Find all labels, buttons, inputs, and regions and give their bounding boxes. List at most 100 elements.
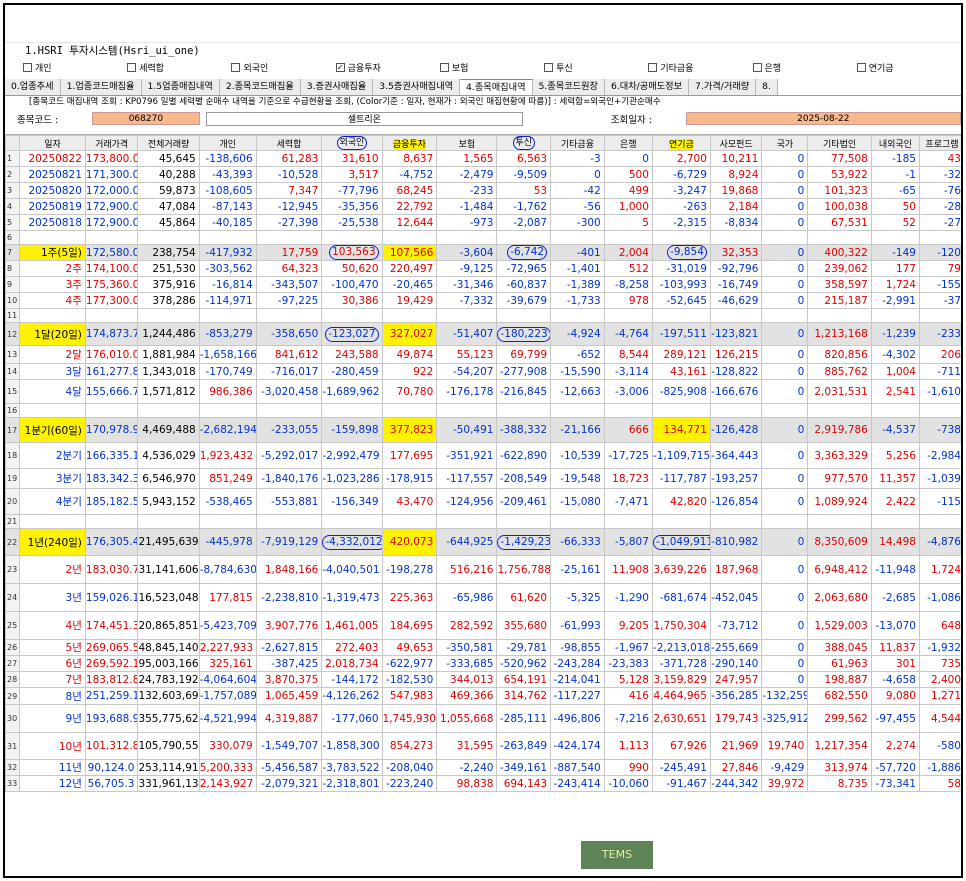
column-header[interactable]: 일자 xyxy=(19,135,86,151)
checkbox-empty-icon[interactable] xyxy=(23,62,32,72)
table-row[interactable]: 11 xyxy=(5,308,961,323)
value-cell: -12,663 xyxy=(550,379,605,404)
cell-text: 3,363,329 xyxy=(814,449,868,462)
table-row[interactable]: 17 1분기(60일) 170,978.9 4,469,488 -2,682,194 -2… xyxy=(5,417,961,443)
cell-text: 289,121 xyxy=(663,348,707,361)
column-header[interactable]: 투신 xyxy=(496,135,552,151)
tab-0[interactable]: 0.업종추세 xyxy=(5,79,61,95)
table-row[interactable]: 8 2주 174,100.0 251,530 -303,562 64,323 50,620 2… xyxy=(5,260,961,277)
filter-checkbox-8[interactable]: 연기금 xyxy=(856,59,961,75)
table-row[interactable]: 4 20250819 172,900.0 47,084 -87,143 -12,945 -3… xyxy=(5,198,961,215)
table-row[interactable]: 5 20250818 172,900.0 45,864 -40,185 -27,398 -2… xyxy=(5,214,961,231)
filter-checkbox-6[interactable]: 기타금융 xyxy=(648,59,752,75)
table-row[interactable]: 26 5년 269,065.5 48,845,140 2,227,933 -2,627,8… xyxy=(5,639,961,656)
checkbox-empty-icon[interactable] xyxy=(856,62,866,72)
period-cell: 6년 xyxy=(19,655,86,672)
cell-text: 977,570 xyxy=(824,472,868,485)
checkbox-empty-icon[interactable] xyxy=(752,62,762,72)
table-row[interactable]: 30 9년 193,688.9 355,775,622 -4,521,994 4,319,… xyxy=(5,704,961,733)
cell-text: -155 xyxy=(937,278,961,291)
column-header[interactable]: 기타금융 xyxy=(550,135,605,151)
filter-checkbox-2[interactable]: 외국인 xyxy=(231,59,335,75)
filter-checkbox-5[interactable]: 투신 xyxy=(544,59,648,75)
tab-2[interactable]: 1.5업종매집내역 xyxy=(141,79,220,95)
value-cell: -16,749 xyxy=(709,276,763,293)
tab-3[interactable]: 2.종목코드매집율 xyxy=(219,79,301,95)
table-row[interactable]: 9 3주 175,360.0 375,916 -16,814 -343,507 -100,4… xyxy=(5,276,961,293)
value-cell: 269,592.1 xyxy=(84,655,139,672)
table-row[interactable]: 16 xyxy=(5,403,961,418)
table-row[interactable]: 10 4주 177,300.0 378,286 -114,971 -97,225 30,38… xyxy=(5,292,961,309)
value-cell: -401 xyxy=(550,244,605,261)
table-row[interactable]: 31 10년 101,312.8 105,790,555 330,079 -1,549,7… xyxy=(5,732,961,760)
table-row[interactable]: 14 3달 161,277.8 1,343,018 -170,749 -716,017 -2… xyxy=(5,363,961,380)
table-row[interactable]: 29 8년 251,259.1 132,603,699 -1,757,089 1,065,… xyxy=(5,687,961,705)
stock-code-input[interactable]: 068270 xyxy=(91,112,200,125)
tab-9[interactable]: 7.가격/거래량 xyxy=(689,79,757,95)
column-header[interactable]: 프로그램 xyxy=(918,135,961,151)
column-header[interactable]: 내외국인 xyxy=(870,135,920,151)
filter-checkbox-7[interactable]: 은행 xyxy=(752,59,857,75)
checkbox-empty-icon[interactable] xyxy=(439,62,449,72)
column-header[interactable]: 금융투자 xyxy=(381,135,438,151)
cell-text: -4,876 xyxy=(927,536,961,548)
column-header-label: 국가 xyxy=(776,139,794,150)
column-header[interactable]: 연기금 xyxy=(651,135,711,151)
value-cell xyxy=(436,403,498,418)
checkbox-checked-icon[interactable]: ✓ xyxy=(335,62,345,72)
filter-checkbox-3[interactable]: ✓ 금융투자 xyxy=(335,59,440,75)
table-row[interactable]: 22 1년(240일) 176,305.4 21,495,639 -445,978 -7,… xyxy=(5,528,961,556)
table-row[interactable]: 33 12년 56,705.3 331,961,133 2,143,927 -2,079,… xyxy=(5,775,961,792)
table-row[interactable]: 3 20250820 172,000.0 59,873 -108,605 7,347 -77… xyxy=(5,182,961,199)
table-row[interactable]: 27 6년 269,592.1 95,003,166 325,161 -387,425 2,… xyxy=(5,655,961,672)
table-row[interactable]: 13 2달 176,010.0 1,881,984 -1,658,166 841,612 2… xyxy=(5,345,961,364)
value-cell: 20,865,851 xyxy=(137,611,200,640)
tab-1[interactable]: 1.업종코드매집율 xyxy=(60,79,142,95)
table-row[interactable]: 28 7년 183,812.8 24,783,192 -4,064,604 3,870,3… xyxy=(5,671,961,688)
table-row[interactable]: 6 xyxy=(5,230,961,245)
table-row[interactable]: 7 1주(5일) 172,580.0 238,754 -417,932 17,759 103… xyxy=(5,244,961,261)
checkbox-empty-icon[interactable] xyxy=(544,62,554,72)
table-row[interactable]: 21 xyxy=(5,514,961,529)
value-cell: -300 xyxy=(550,214,605,231)
column-header[interactable]: 개인 xyxy=(198,135,257,151)
column-header[interactable]: 전체거래량 xyxy=(137,135,200,151)
query-date-input[interactable]: 2025-08-22 xyxy=(685,112,961,125)
column-header[interactable]: 외국인 xyxy=(321,135,383,151)
filter-checkbox-1[interactable]: 세력합 xyxy=(127,59,231,75)
table-row[interactable]: 12 1달(20일) 174,873.7 1,244,486 -853,279 -358,… xyxy=(5,322,961,346)
cell-text: -214,041 xyxy=(553,673,601,686)
tab-7[interactable]: 5.종목코드원장 xyxy=(532,79,606,95)
column-header[interactable]: 은행 xyxy=(603,135,653,151)
table-row[interactable]: 25 4년 174,451.3 20,865,851 -5,423,709 3,907,7… xyxy=(5,611,961,640)
table-row[interactable]: 24 3년 159,026.1 16,523,048 177,815 -2,238,810… xyxy=(5,583,961,612)
column-header[interactable]: 기타법인 xyxy=(807,135,872,151)
table-row[interactable]: 2 20250821 171,300.0 40,288 -43,393 -10,528 3,… xyxy=(5,166,961,183)
column-header[interactable]: 사모펀드 xyxy=(709,135,763,151)
tab-8[interactable]: 6.대차/공매도정보 xyxy=(605,79,690,95)
filter-checkbox-0[interactable]: 개인 xyxy=(23,59,127,75)
column-header[interactable]: 세력합 xyxy=(255,135,323,151)
checkbox-empty-icon[interactable] xyxy=(648,62,658,72)
checkbox-empty-icon[interactable] xyxy=(127,62,137,72)
value-cell: -60,837 xyxy=(496,276,552,293)
checkbox-empty-icon[interactable] xyxy=(231,62,241,72)
table-row[interactable]: 15 4달 155,666.7 1,571,812 986,386 -3,020,458-… xyxy=(5,379,961,404)
value-cell: 187,968 xyxy=(709,555,763,584)
column-header[interactable]: 보험 xyxy=(436,135,498,151)
table-row[interactable]: 23 2년 183,030.7 31,141,606 -8,784,630 1,848,1… xyxy=(5,555,961,584)
table-row[interactable]: 20 4분기 185,182.5 5,943,152 -538,465 -553,881-… xyxy=(5,488,961,515)
cell-text: 30,386 xyxy=(341,294,379,307)
tab-4[interactable]: 3.증권사매집율 xyxy=(300,79,374,95)
table-row[interactable]: 1 20250822 173,800.0 45,645 -138,606 61,283 31… xyxy=(5,150,961,167)
column-header[interactable]: 거래가격 xyxy=(84,135,139,151)
period-cell: 12년 xyxy=(19,775,86,792)
filter-checkbox-4[interactable]: 보험 xyxy=(439,59,544,75)
table-row[interactable]: 19 3분기 183,342.3 6,546,970 851,249 -1,840,176… xyxy=(5,468,961,489)
tab-10[interactable]: 8. xyxy=(756,79,778,95)
tab-6[interactable]: 4.종목매집내역 xyxy=(460,79,533,95)
table-row[interactable]: 18 2분기 166,335.1 4,536,029 1,923,432 -5,292,0… xyxy=(5,442,961,469)
tab-5[interactable]: 3.5증권사매집내역 xyxy=(373,79,461,95)
table-row[interactable]: 32 11년 90,124.0 253,114,914 5,200,333 -5,456,… xyxy=(5,759,961,776)
column-header[interactable]: 국가 xyxy=(761,135,809,151)
